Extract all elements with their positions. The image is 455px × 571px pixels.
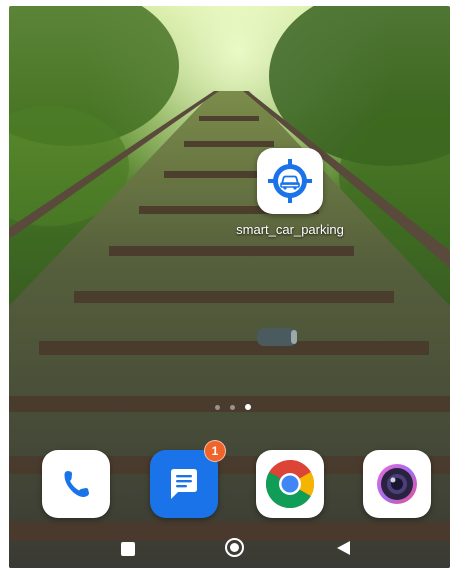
- smart-car-parking-app-icon[interactable]: [257, 148, 323, 214]
- navigation-bar: [9, 530, 450, 568]
- camera-app-icon[interactable]: [363, 450, 431, 518]
- phone-icon: [64, 471, 89, 497]
- car-location-target-icon: [268, 159, 312, 203]
- camera-icon: [377, 464, 417, 504]
- recents-icon[interactable]: [121, 542, 135, 556]
- messages-app-icon[interactable]: 1: [150, 440, 226, 518]
- phone-app-icon[interactable]: [42, 450, 110, 518]
- chrome-app-icon[interactable]: [256, 450, 324, 518]
- page-dot: [230, 404, 235, 410]
- page-dot: [215, 404, 220, 410]
- chrome-icon: [265, 460, 315, 509]
- smart-car-parking-app-label[interactable]: smart_car_parking: [231, 222, 349, 238]
- back-icon[interactable]: [335, 540, 351, 556]
- messages-icon: [171, 469, 197, 499]
- page-indicator: [215, 404, 251, 410]
- notification-badge: 1: [204, 440, 226, 462]
- home-icon[interactable]: [225, 538, 244, 557]
- page-dot-active: [245, 404, 251, 410]
- home-screen: smart_car_parking 1: [9, 6, 450, 568]
- home-icon-center: [230, 543, 239, 552]
